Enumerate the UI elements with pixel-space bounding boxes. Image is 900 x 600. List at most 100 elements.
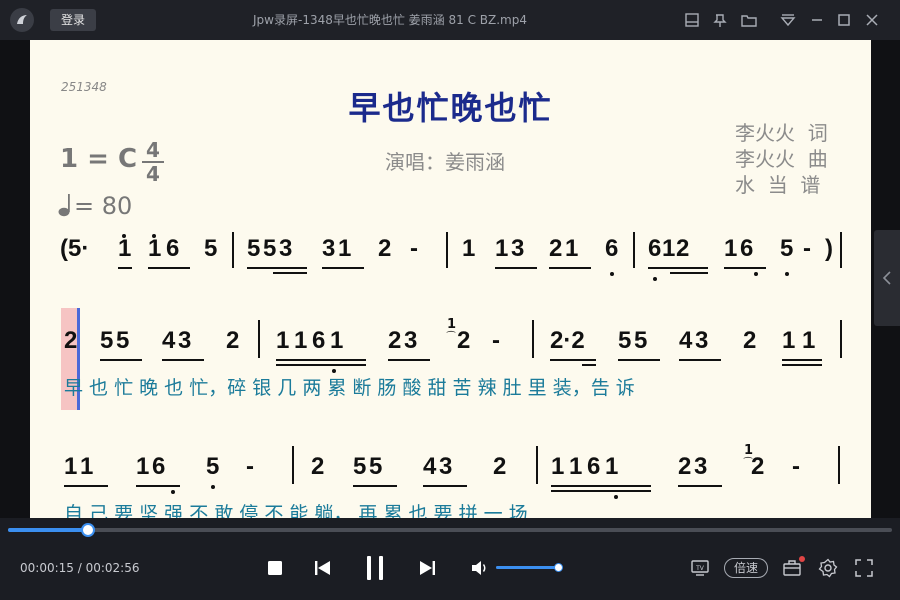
beat-underline xyxy=(247,267,307,269)
video-viewport[interactable]: 251348 早也忙晚也忙 李火火 词 李火火 曲 水 当 谱 1 = C 4 … xyxy=(0,40,900,518)
previous-button[interactable] xyxy=(314,560,332,576)
note-group: 6 1 2 xyxy=(648,235,690,262)
note-group: 2 xyxy=(226,327,240,354)
close-icon[interactable] xyxy=(863,11,881,29)
bar-line xyxy=(840,320,842,358)
side-panel-toggle[interactable] xyxy=(874,230,900,326)
low-octave-dot xyxy=(211,485,215,489)
low-octave-dot xyxy=(754,272,758,276)
tv-icon: TV xyxy=(691,560,709,576)
volume-slider[interactable] xyxy=(496,563,563,572)
volume-handle[interactable] xyxy=(554,563,563,572)
note-group: - xyxy=(410,235,418,262)
bar-line xyxy=(292,446,294,484)
fullscreen-button[interactable] xyxy=(854,558,874,578)
progress-handle[interactable] xyxy=(81,523,96,537)
note-group: - xyxy=(246,453,254,480)
note-group: 2 xyxy=(493,453,507,480)
note-group: 2 3 xyxy=(678,453,708,480)
time-display: 00:00:15 / 00:02:56 xyxy=(20,561,139,575)
pause-button[interactable] xyxy=(364,555,386,581)
settings-button[interactable] xyxy=(818,558,838,578)
note-group: 1 6 xyxy=(724,235,754,262)
quarter-note-icon xyxy=(58,192,74,218)
maximize-icon[interactable] xyxy=(835,11,853,29)
beat-underline xyxy=(273,272,307,274)
time-signature-bottom: 4 xyxy=(146,162,160,186)
minimize-icon[interactable] xyxy=(808,11,826,29)
beat-underline xyxy=(100,359,142,361)
note-group: 1 1 6 1 xyxy=(551,453,619,480)
login-button[interactable]: 登录 xyxy=(50,9,96,31)
beat-underline xyxy=(551,490,651,492)
beat-underline xyxy=(549,267,591,269)
note-group: 5 5 xyxy=(618,327,648,354)
grace-note: 1 xyxy=(447,317,457,332)
beat-underline xyxy=(353,485,397,487)
playback-speed-button[interactable]: 倍速 xyxy=(724,558,768,578)
notification-dot xyxy=(799,556,805,562)
beat-underline xyxy=(423,485,467,487)
key-signature: 1 = C xyxy=(60,144,138,174)
skip-previous-icon xyxy=(315,561,330,575)
note-group: - xyxy=(803,235,811,262)
lyrics-line-3: 自 己 要 坚 强 不 敢 停 不 能 躺， 再 累 也 要 拼 一 场 xyxy=(64,503,528,518)
note-group: (5· xyxy=(60,235,90,262)
chevron-left-icon xyxy=(882,271,891,285)
note-group: 2 xyxy=(457,327,471,354)
note-group: 2 xyxy=(64,327,78,354)
note-group: - xyxy=(792,453,800,480)
beat-underline xyxy=(678,485,722,487)
beat-underline xyxy=(322,267,364,269)
note-group: 1 1 xyxy=(64,453,94,480)
menu-dropdown-icon[interactable] xyxy=(779,11,797,29)
beat-underline xyxy=(782,359,822,361)
score-line-1: (5· 1 1 6 5 5 5 3 3 1 2 - 1 1 3 2 1 6 6 … xyxy=(30,235,871,275)
next-button[interactable] xyxy=(418,560,436,576)
beat-underline xyxy=(648,267,708,269)
beat-underline xyxy=(148,267,190,269)
note-group: 2 3 xyxy=(388,327,418,354)
grace-slur-icon: ⁀ xyxy=(744,458,753,469)
bar-line xyxy=(838,446,840,484)
high-octave-dot xyxy=(152,234,156,238)
beat-underline xyxy=(582,364,596,366)
tv-cast-button[interactable]: TV xyxy=(690,558,710,578)
bar-line xyxy=(840,232,842,268)
title-bar: 登录 Jpw录屏-1348早也忙晚也忙 姜雨涵 81 C BZ.mp4 xyxy=(0,0,900,40)
time-separator: / xyxy=(73,561,86,575)
player-controls: 00:00:15 / 00:02:56 TV 倍速 xyxy=(0,518,900,600)
pin-icon[interactable] xyxy=(711,11,729,29)
beat-underline xyxy=(495,267,537,269)
fullscreen-icon xyxy=(855,559,873,577)
low-octave-dot xyxy=(171,490,175,494)
app-logo-icon xyxy=(10,8,34,32)
progress-bar[interactable] xyxy=(8,523,892,537)
beat-underline xyxy=(388,359,430,361)
note-group: 1 6 xyxy=(136,453,166,480)
note-group: 5 5 xyxy=(353,453,383,480)
stop-button[interactable] xyxy=(267,560,283,576)
bar-line xyxy=(532,320,534,358)
beat-underline xyxy=(276,364,366,366)
lyrics-line-2: 早 也 忙 晚 也 忙，碎 银 几 两 累 断 肠 酸 甜 苦 辣 肚 里 装，… xyxy=(64,377,635,399)
credits: 李火火 词 李火火 曲 水 当 谱 xyxy=(735,120,828,198)
note-group: 4 3 xyxy=(679,327,709,354)
gear-icon xyxy=(818,558,838,578)
time-signature-top: 4 xyxy=(146,138,160,162)
singer-label: 演唱：姜雨涵 xyxy=(385,150,505,174)
window-title: Jpw录屏-1348早也忙晚也忙 姜雨涵 81 C BZ.mp4 xyxy=(253,13,527,27)
bar-line xyxy=(536,446,538,484)
beat-underline xyxy=(550,359,596,361)
tempo-value: = 80 xyxy=(74,192,133,220)
folder-icon[interactable] xyxy=(740,11,758,29)
volume-button[interactable] xyxy=(470,559,490,577)
bar-line xyxy=(633,232,635,268)
note-group: 2 xyxy=(743,327,757,354)
beat-underline xyxy=(64,485,108,487)
beat-underline xyxy=(724,267,766,269)
high-octave-dot xyxy=(122,234,126,238)
mini-mode-icon[interactable] xyxy=(683,11,701,29)
low-octave-dot xyxy=(610,272,614,276)
note-group: 1 3 xyxy=(495,235,525,262)
